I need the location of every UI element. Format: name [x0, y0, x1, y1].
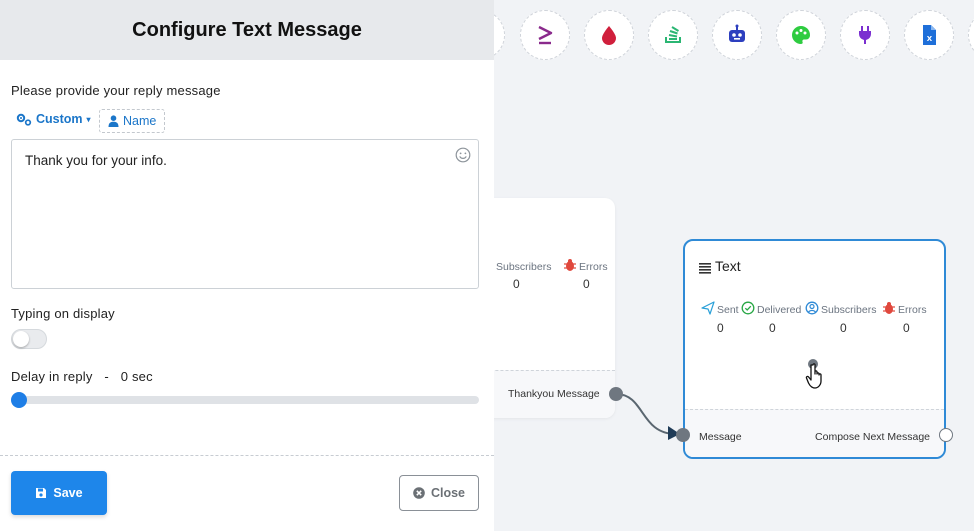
stat-label-delivered: Delivered [757, 304, 802, 316]
stat-value-errors: 0 [903, 321, 910, 335]
stat-value-subscribers: 0 [513, 277, 520, 291]
output-port-label: Compose Next Message [815, 431, 930, 443]
send-icon [701, 301, 715, 320]
hand-cursor-icon [803, 362, 827, 395]
reply-message-label: Please provide your reply message [11, 83, 221, 98]
delay-separator: - [104, 369, 109, 384]
user-icon [108, 115, 119, 127]
output-port[interactable] [939, 428, 953, 442]
output-port[interactable] [609, 387, 623, 401]
stat-label-errors: Errors [579, 261, 608, 273]
floppy-disk-icon [36, 488, 47, 498]
toggle-knob [13, 331, 29, 347]
bug-icon [563, 258, 577, 277]
custom-dropdown[interactable]: Custom ▾ [16, 112, 91, 126]
bug-icon [882, 301, 896, 320]
stat-label-subscribers: Subscribers [496, 261, 552, 273]
delay-slider-thumb[interactable] [11, 392, 27, 408]
delay-reply-label-row: Delay in reply - 0 sec [11, 369, 153, 384]
list-icon [699, 261, 711, 279]
delay-slider-track[interactable] [11, 396, 479, 404]
delay-reply-label: Delay in reply [11, 369, 93, 384]
stat-value-sent: 0 [717, 321, 724, 335]
stat-value-subscribers: 0 [840, 321, 847, 335]
typing-display-toggle[interactable] [11, 329, 47, 349]
check-circle-icon [741, 301, 755, 320]
output-port-label: Thankyou Message [508, 388, 600, 400]
typing-display-label: Typing on display [11, 306, 115, 321]
save-label: Save [53, 486, 83, 500]
gears-icon [16, 113, 32, 126]
stat-label-sent: Sent [717, 304, 739, 316]
panel-header: Configure Text Message [0, 0, 494, 60]
close-label: Close [430, 486, 466, 500]
caret-down-icon: ▾ [86, 114, 91, 124]
stat-label-subscribers: Subscribers [821, 304, 877, 316]
delay-value: 0 sec [120, 369, 153, 384]
custom-label: Custom [36, 112, 83, 126]
close-button[interactable]: Close [399, 475, 479, 511]
flow-node-text[interactable]: Text Sent 0 Delivered 0 Subscribers 0 Er… [676, 239, 953, 459]
name-chip-label: Name [123, 114, 157, 128]
save-button[interactable]: Save [11, 471, 107, 515]
user-circle-icon [805, 301, 819, 320]
stat-value-delivered: 0 [769, 321, 776, 335]
close-circle-icon [413, 487, 425, 499]
emoji-icon[interactable] [455, 147, 471, 163]
input-port-label: Message [699, 431, 742, 443]
stat-label-errors: Errors [898, 304, 927, 316]
configure-text-panel: Configure Text Message Please provide yo… [0, 0, 494, 531]
reply-message-input[interactable]: Thank you for your info. [11, 139, 479, 289]
footer-divider [0, 455, 494, 456]
panel-title: Configure Text Message [132, 18, 362, 41]
stat-value-errors: 0 [583, 277, 590, 291]
name-variable-chip[interactable]: Name [99, 109, 166, 133]
input-port[interactable] [676, 428, 690, 442]
node-title: Text [715, 258, 741, 274]
